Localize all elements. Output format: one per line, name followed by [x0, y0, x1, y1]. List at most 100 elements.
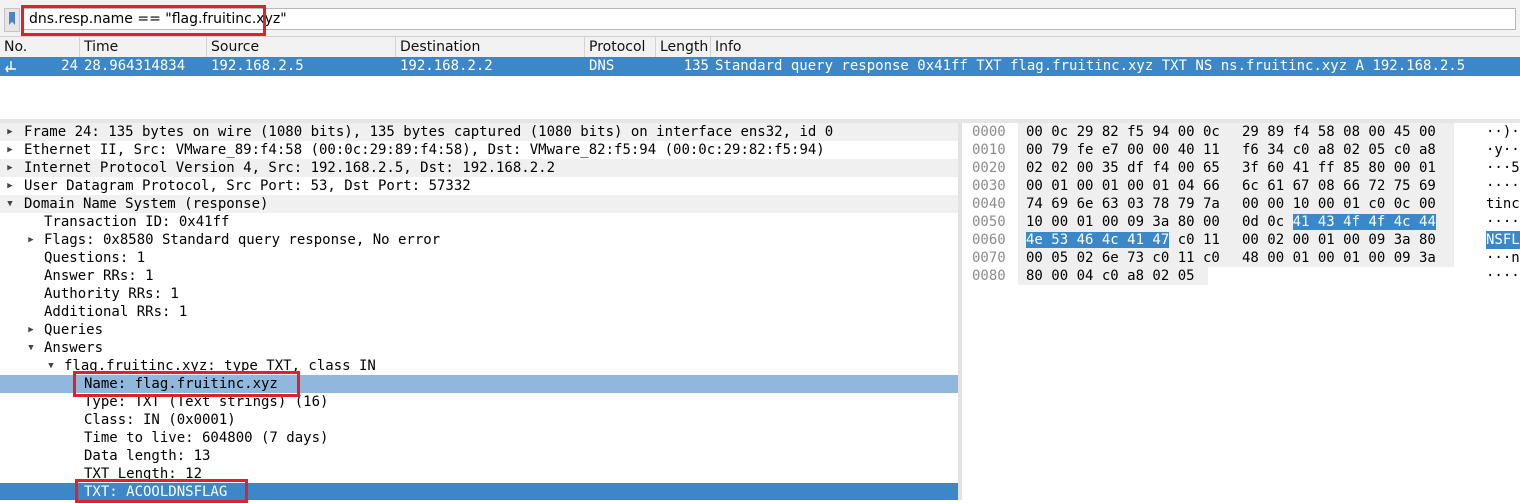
- column-header-length[interactable]: Length: [656, 37, 711, 57]
- tree-item-type[interactable]: Type: TXT (Text strings) (16): [0, 393, 958, 411]
- tree-item-flags[interactable]: ▶ Flags: 0x8580 Standard query response,…: [0, 231, 958, 249]
- hex-row[interactable]: 0050 10 00 01 00 09 3a 80 00 0d 0c 41 43…: [962, 213, 1520, 231]
- tree-item-answers[interactable]: ▼ Answers: [0, 339, 958, 357]
- tree-item-data-length[interactable]: Data length: 13: [0, 447, 958, 465]
- tree-item-txt[interactable]: TXT: ACOOLDNSFLAG: [0, 483, 958, 500]
- packet-no: 24: [61, 58, 78, 74]
- tree-item-questions[interactable]: Questions: 1: [0, 249, 958, 267]
- bookmark-icon: [9, 12, 15, 25]
- hex-offset: 0030: [972, 178, 1006, 194]
- column-header-time[interactable]: Time: [80, 37, 207, 57]
- hex-bytes: 00 01 00 01 00 01 04 66: [1026, 178, 1220, 194]
- hex-bytes: 00 0c 29 82 f5 94 00 0c: [1026, 124, 1220, 140]
- hex-bytes: 6c 61 67 08 66 72 75 69: [1242, 178, 1436, 194]
- ascii-bytes: ····: [1486, 214, 1520, 230]
- tree-item-label: Domain Name System (response): [24, 196, 269, 212]
- tree-item-txt-length[interactable]: TXT Length: 12: [0, 465, 958, 483]
- hex-row[interactable]: 0010 00 79 fe e7 00 00 40 11 f6 34 c0 a8…: [962, 141, 1520, 159]
- hex-bytes: 00 05 02 6e 73 c0 11 c0: [1026, 250, 1220, 266]
- ascii-bytes: ···n: [1486, 250, 1520, 266]
- packet-details-tree: ▶ Frame 24: 135 bytes on wire (1080 bits…: [0, 123, 958, 500]
- hex-row[interactable]: 0080 80 00 04 c0 a8 02 05 ····: [962, 267, 1520, 285]
- hex-offset: 0080: [972, 268, 1006, 284]
- expand-arrow-icon[interactable]: ▶: [5, 141, 15, 159]
- tree-item-answer-rrs[interactable]: Answer RRs: 1: [0, 267, 958, 285]
- ascii-bytes: ·y··: [1486, 142, 1520, 158]
- hex-row[interactable]: 0030 00 01 00 01 00 01 04 66 6c 61 67 08…: [962, 177, 1520, 195]
- column-header-source[interactable]: Source: [207, 37, 396, 57]
- tree-item-dns[interactable]: ▼ Domain Name System (response): [0, 195, 958, 213]
- ascii-bytes: tinc: [1486, 196, 1520, 212]
- tree-item-label: Class: IN (0x0001): [84, 412, 236, 428]
- hex-bytes: 00 02 00 01 00 09 3a 80: [1242, 232, 1436, 248]
- packet-destination: 192.168.2.2: [400, 58, 493, 74]
- packet-info: Standard query response 0x41ff TXT flag.…: [715, 58, 1466, 74]
- tree-item-label: Frame 24: 135 bytes on wire (1080 bits),…: [24, 124, 834, 140]
- tree-item-frame[interactable]: ▶ Frame 24: 135 bytes on wire (1080 bits…: [0, 123, 958, 141]
- ascii-bytes: ···5: [1486, 160, 1520, 176]
- column-header-info[interactable]: Info: [711, 37, 1520, 57]
- tree-item-label: Type: TXT (Text strings) (16): [84, 394, 329, 410]
- hex-row[interactable]: 0020 02 02 00 35 df f4 00 65 3f 60 41 ff…: [962, 159, 1520, 177]
- column-header-protocol[interactable]: Protocol: [585, 37, 656, 57]
- tree-item-ipv4[interactable]: ▶ Internet Protocol Version 4, Src: 192.…: [0, 159, 958, 177]
- display-filter-input[interactable]: [22, 8, 1516, 30]
- tree-item-label: Answer RRs: 1: [44, 268, 154, 284]
- hex-bytes: 29 89 f4 58 08 00 45 00: [1242, 124, 1436, 140]
- tree-item-additional-rrs[interactable]: Additional RRs: 1: [0, 303, 958, 321]
- tree-item-authority-rrs[interactable]: Authority RRs: 1: [0, 285, 958, 303]
- tree-item-label: Questions: 1: [44, 250, 146, 266]
- hex-bytes: 80 00 04 c0 a8 02 05: [1026, 268, 1195, 284]
- tree-item-ttl[interactable]: Time to live: 604800 (7 days): [0, 429, 958, 447]
- hex-row[interactable]: 0070 00 05 02 6e 73 c0 11 c0 48 00 01 00…: [962, 249, 1520, 267]
- tree-item-answer-record[interactable]: ▼ flag.fruitinc.xyz: type TXT, class IN: [0, 357, 958, 375]
- tree-item-label: Data length: 13: [84, 448, 211, 464]
- expand-arrow-icon[interactable]: ▶: [26, 231, 36, 249]
- tree-item-label: User Datagram Protocol, Src Port: 53, Ds…: [24, 178, 471, 194]
- column-header-destination[interactable]: Destination: [396, 37, 585, 57]
- tree-item-transaction-id[interactable]: Transaction ID: 0x41ff: [0, 213, 958, 231]
- collapse-arrow-icon[interactable]: ▼: [26, 339, 36, 357]
- tree-item-label: Queries: [44, 322, 104, 338]
- collapse-arrow-icon[interactable]: ▼: [5, 195, 15, 213]
- selected-hex-bytes: 41 43 4f 4f 4c 44: [1292, 214, 1436, 230]
- column-header-no[interactable]: No.: [0, 37, 80, 57]
- hex-bytes: 00 79 fe e7 00 00 40 11: [1026, 142, 1220, 158]
- hex-row[interactable]: 0060 4e 53 46 4c 41 47 c0 11 00 02 00 01…: [962, 231, 1520, 249]
- tree-item-udp[interactable]: ▶ User Datagram Protocol, Src Port: 53, …: [0, 177, 958, 195]
- expand-arrow-icon[interactable]: ▶: [5, 123, 15, 141]
- hex-offset: 0060: [972, 232, 1006, 248]
- hex-offset: 0070: [972, 250, 1006, 266]
- tree-item-name[interactable]: Name: flag.fruitinc.xyz: [0, 375, 958, 393]
- collapse-arrow-icon[interactable]: ▼: [46, 357, 56, 375]
- tree-item-label: Transaction ID: 0x41ff: [44, 214, 230, 230]
- tree-item-class[interactable]: Class: IN (0x0001): [0, 411, 958, 429]
- ascii-bytes: ····: [1486, 268, 1520, 284]
- expand-arrow-icon[interactable]: ▶: [26, 321, 36, 339]
- packet-row-selected[interactable]: 24 28.964314834 192.168.2.5 192.168.2.2 …: [0, 57, 1520, 76]
- hex-offset: 0000: [972, 124, 1006, 140]
- expand-arrow-icon[interactable]: ▶: [5, 177, 15, 195]
- filter-bookmark-button[interactable]: [4, 8, 20, 32]
- hex-bytes: 10 00 01 00 09 3a 80 00: [1026, 214, 1220, 230]
- expand-arrow-icon[interactable]: ▶: [5, 159, 15, 177]
- hex-bytes: 3f 60 41 ff 85 80 00 01: [1242, 160, 1436, 176]
- packet-bytes-pane: 0000 00 0c 29 82 f5 94 00 0c 29 89 f4 58…: [962, 123, 1520, 500]
- hex-row[interactable]: 0040 74 69 6e 63 03 78 79 7a 00 00 10 00…: [962, 195, 1520, 213]
- hex-bytes: 00 00 10 00 01 c0 0c 00: [1242, 196, 1436, 212]
- tree-item-ethernet[interactable]: ▶ Ethernet II, Src: VMware_89:f4:58 (00:…: [0, 141, 958, 159]
- hex-offset: 0010: [972, 142, 1006, 158]
- tree-item-label: Time to live: 604800 (7 days): [84, 430, 329, 446]
- tree-item-label: Ethernet II, Src: VMware_89:f4:58 (00:0c…: [24, 142, 825, 158]
- hex-bytes: 02 02 00 35 df f4 00 65: [1026, 160, 1220, 176]
- ascii-bytes: ····: [1486, 178, 1520, 194]
- tree-item-label: TXT: ACOOLDNSFLAG: [84, 484, 228, 500]
- tree-item-label: Name: flag.fruitinc.xyz: [84, 376, 278, 392]
- packet-protocol: DNS: [589, 58, 615, 74]
- hex-offset: 0040: [972, 196, 1006, 212]
- packet-length: 135: [683, 58, 709, 74]
- hex-row[interactable]: 0000 00 0c 29 82 f5 94 00 0c 29 89 f4 58…: [962, 123, 1520, 141]
- tree-item-label: Authority RRs: 1: [44, 286, 179, 302]
- tree-item-label: Internet Protocol Version 4, Src: 192.16…: [24, 160, 556, 176]
- tree-item-queries[interactable]: ▶ Queries: [0, 321, 958, 339]
